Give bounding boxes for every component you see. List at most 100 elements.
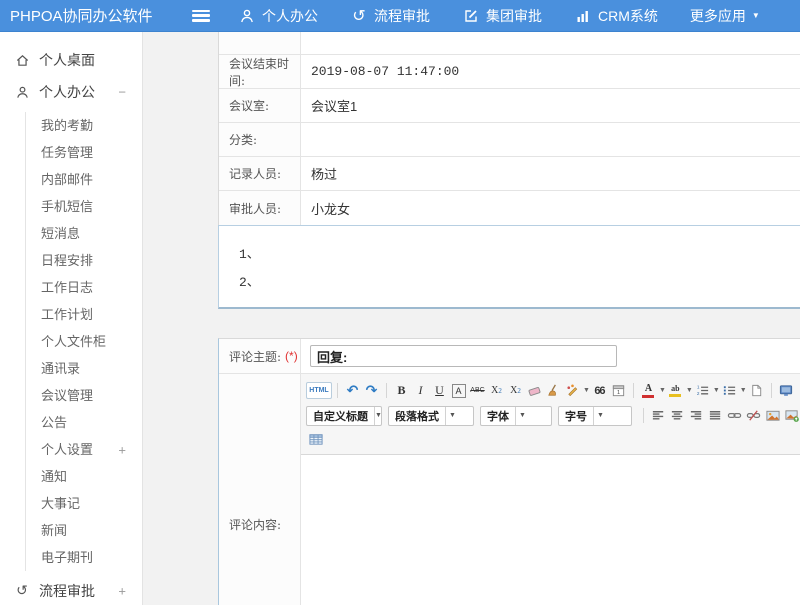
sidebar-item-news[interactable]: 新闻 [26,517,142,544]
nav-crm-system[interactable]: CRM系统 [574,6,658,26]
select-value: 自定义标题 [307,408,374,424]
sidebar-item-announcement[interactable]: 公告 [26,409,142,436]
sidebar-item-personal-files[interactable]: 个人文件柜 [26,328,142,355]
sidebar-item-workflow-approval[interactable]: ↺ 流程审批 + [0,575,142,605]
sidebar-item-e-journal[interactable]: 电子期刊 [26,544,142,571]
sidebar-item-major-events[interactable]: 大事记 [26,490,142,517]
italic-icon[interactable]: I [412,382,429,399]
sidebar-item-personal-office[interactable]: 个人办公 − [0,76,142,108]
expand-icon[interactable]: + [118,436,126,463]
fullscreen-monitor-icon[interactable] [778,382,795,399]
upload-image-icon[interactable] [783,407,800,424]
home-icon [14,52,30,68]
field-value [301,32,800,54]
insert-date-icon[interactable]: 1 [610,382,627,399]
nav-label: 个人办公 [262,6,318,26]
nav-workflow-approval[interactable]: ↺ 流程审批 [350,6,430,26]
caret-down-icon[interactable]: ▼ [583,387,590,394]
sidebar-item-personal-settings[interactable]: 个人设置 + [26,436,142,463]
app-title: PHPOA协同办公软件 [0,5,192,26]
eraser-icon[interactable] [526,382,543,399]
menu-icon[interactable] [192,10,210,22]
sidebar-item-label: 短消息 [41,226,80,241]
html-source-button[interactable]: HTML [306,382,332,399]
divider [633,383,634,398]
sidebar-item-internal-mail[interactable]: 内部邮件 [26,166,142,193]
caret-down-icon[interactable]: ▼ [713,387,720,394]
sidebar-item-my-attendance[interactable]: 我的考勤 [26,112,142,139]
sidebar-item-meeting-management[interactable]: 会议管理 [26,382,142,409]
boxed-a-format-icon[interactable]: A [450,382,467,399]
comment-content-row: 评论内容: HTML ↶ ↷ B I U A ABC X [219,374,800,605]
field-value: 2019-08-07 11:47:00 [301,55,800,88]
unordered-list-icon[interactable] [721,382,738,399]
toolbar-row-3 [306,428,800,451]
divider [337,383,338,398]
table-row: 记录人员: 杨过 [219,157,800,191]
caret-down-icon[interactable]: ▼ [659,387,666,394]
sidebar-item-work-diary[interactable]: 工作日志 [26,274,142,301]
align-right-icon[interactable] [688,407,705,424]
align-left-icon[interactable] [650,407,667,424]
expand-icon[interactable]: + [118,584,126,599]
sidebar-item-contacts[interactable]: 通讯录 [26,355,142,382]
comment-subject-input[interactable] [310,345,617,367]
caret-down-icon[interactable]: ▼ [740,387,747,394]
editor-content-area[interactable] [301,455,800,605]
nav-group-approval[interactable]: 集团审批 [462,6,542,26]
sidebar-item-task-management[interactable]: 任务管理 [26,139,142,166]
undo-icon[interactable]: ↶ [344,382,361,399]
field-label-text: 评论主题: [229,348,281,365]
sidebar-item-notice[interactable]: 通知 [26,463,142,490]
caret-down-icon[interactable]: ▼ [686,387,693,394]
sidebar-item-short-message[interactable]: 短消息 [26,220,142,247]
field-label: 分类: [219,123,301,156]
highlight-color-icon[interactable]: ab [667,382,684,399]
font-color-icon[interactable]: A [640,382,657,399]
sidebar-item-label: 电子期刊 [41,550,93,565]
align-justify-icon[interactable] [707,407,724,424]
sidebar-item-label: 任务管理 [41,145,93,160]
insert-table-icon[interactable] [307,431,324,448]
top-nav: 个人办公 ↺ 流程审批 集团审批 CRM系统 更多应用 ▼ [238,6,792,26]
emoticon-pencil-icon[interactable] [564,382,581,399]
nav-label: 流程审批 [374,6,430,26]
new-page-icon[interactable] [748,382,765,399]
comment-form-table: 评论主题: (*) 评论内容: HTML ↶ ↷ B [218,338,800,605]
link-icon[interactable] [726,407,743,424]
toolbar-row-1: HTML ↶ ↷ B I U A ABC X2 X2 [306,378,800,403]
ordered-list-icon[interactable]: 12 [694,382,711,399]
select-value: 字号 [559,408,593,424]
clear-format-broom-icon[interactable] [545,382,562,399]
svg-text:1: 1 [617,390,620,396]
paragraph-format-select[interactable]: 段落格式 ▼ [388,406,474,426]
field-label: 审批人员: [219,191,301,225]
sidebar-item-personal-desktop[interactable]: 个人桌面 [0,44,142,76]
collapse-icon[interactable]: − [118,85,126,100]
custom-heading-select[interactable]: 自定义标题 ▼ [306,406,382,426]
sidebar-item-label: 个人设置 [41,442,93,457]
nav-personal-office[interactable]: 个人办公 [238,6,318,26]
subscript-icon[interactable]: X2 [507,382,524,399]
font-family-select[interactable]: 字体 ▼ [480,406,552,426]
nav-more-apps[interactable]: 更多应用 ▼ [690,6,760,26]
underline-icon[interactable]: U [431,382,448,399]
history-icon: ↺ [350,7,368,25]
blockquote-icon[interactable]: 66 [591,382,608,399]
top-bar: PHPOA协同办公软件 个人办公 ↺ 流程审批 集团审批 CRM系统 更多应用 [0,0,800,32]
sidebar-item-work-plan[interactable]: 工作计划 [26,301,142,328]
font-size-select[interactable]: 字号 ▼ [558,406,632,426]
align-center-icon[interactable] [669,407,686,424]
bold-icon[interactable]: B [393,382,410,399]
insert-image-icon[interactable] [764,407,781,424]
superscript-icon[interactable]: X2 [488,382,505,399]
strikethrough-icon[interactable]: ABC [469,382,486,399]
sidebar-item-mobile-sms[interactable]: 手机短信 [26,193,142,220]
sidebar-item-label: 个人办公 [39,82,95,102]
select-value: 字体 [481,408,515,424]
divider [386,383,387,398]
sidebar-item-schedule[interactable]: 日程安排 [26,247,142,274]
unlink-icon[interactable] [745,407,762,424]
field-value: 小龙女 [301,191,800,225]
redo-icon[interactable]: ↷ [363,382,380,399]
